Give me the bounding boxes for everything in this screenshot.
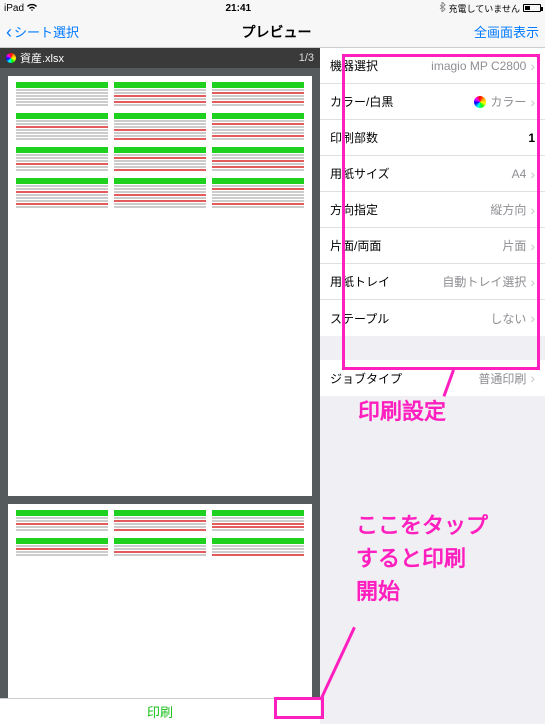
file-type-icon bbox=[6, 53, 16, 63]
settings-list-job: ジョブタイプ普通印刷› bbox=[320, 360, 545, 396]
page-indicator: 1/3 bbox=[299, 52, 314, 64]
setting-value: 1 bbox=[528, 131, 535, 145]
setting-label: ステープル bbox=[330, 310, 490, 327]
page-thumbnail[interactable] bbox=[8, 76, 312, 496]
chevron-right-icon: › bbox=[530, 370, 535, 386]
setting-row[interactable]: ステープルしない› bbox=[320, 300, 545, 336]
setting-label: ジョブタイプ bbox=[330, 370, 478, 387]
setting-value: カラー bbox=[474, 93, 526, 110]
fullscreen-label: 全画面表示 bbox=[474, 25, 539, 40]
chevron-right-icon: › bbox=[530, 238, 535, 254]
setting-value: 自動トレイ選択 bbox=[442, 273, 526, 290]
setting-row[interactable]: 片面/両面片面› bbox=[320, 228, 545, 264]
fullscreen-button[interactable]: 全画面表示 bbox=[474, 22, 539, 41]
setting-label: 用紙トレイ bbox=[330, 273, 442, 290]
clock: 21:41 bbox=[38, 3, 439, 14]
status-bar: iPad 21:41 充電していません bbox=[0, 0, 545, 16]
chevron-right-icon: › bbox=[530, 310, 535, 326]
print-button[interactable]: 印刷 bbox=[0, 698, 320, 724]
chevron-right-icon: › bbox=[530, 274, 535, 290]
setting-value: しない bbox=[490, 310, 526, 327]
job-type-row[interactable]: ジョブタイプ普通印刷› bbox=[320, 360, 545, 396]
page-thumbnail[interactable] bbox=[8, 504, 312, 698]
setting-row[interactable]: 用紙トレイ自動トレイ選択› bbox=[320, 264, 545, 300]
settings-list-main: 機器選択imagio MP C2800›カラー/白黒カラー›印刷部数1用紙サイズ… bbox=[320, 48, 545, 336]
preview-scroll[interactable] bbox=[0, 68, 320, 698]
chevron-left-icon: ‹ bbox=[6, 23, 12, 41]
nav-bar: ‹ シート選択 プレビュー 全画面表示 bbox=[0, 16, 545, 48]
settings-panel: 機器選択imagio MP C2800›カラー/白黒カラー›印刷部数1用紙サイズ… bbox=[320, 48, 545, 724]
setting-label: 機器選択 bbox=[330, 57, 431, 74]
setting-value: imagio MP C2800 bbox=[431, 59, 526, 73]
setting-label: カラー/白黒 bbox=[330, 93, 474, 110]
print-label: 印刷 bbox=[147, 702, 173, 721]
preview-header: 資産.xlsx 1/3 bbox=[0, 48, 320, 68]
battery-icon bbox=[523, 4, 541, 12]
chevron-right-icon: › bbox=[530, 94, 535, 110]
setting-value: 縦方向 bbox=[490, 201, 526, 218]
setting-row[interactable]: 印刷部数1 bbox=[320, 120, 545, 156]
bluetooth-icon bbox=[439, 2, 446, 14]
chevron-right-icon: › bbox=[530, 58, 535, 74]
setting-row[interactable]: カラー/白黒カラー› bbox=[320, 84, 545, 120]
setting-label: 片面/両面 bbox=[330, 237, 502, 254]
setting-row[interactable]: 機器選択imagio MP C2800 › bbox=[320, 48, 545, 84]
setting-label: 印刷部数 bbox=[330, 129, 528, 146]
chevron-right-icon: › bbox=[530, 166, 535, 182]
charging-label: 充電していません bbox=[449, 2, 520, 15]
setting-value: 普通印刷 bbox=[478, 370, 526, 387]
preview-panel: 資産.xlsx 1/3 bbox=[0, 48, 320, 724]
back-button[interactable]: ‹ シート選択 bbox=[6, 22, 79, 41]
color-wheel-icon bbox=[474, 96, 486, 108]
setting-row[interactable]: 用紙サイズA4› bbox=[320, 156, 545, 192]
wifi-icon bbox=[26, 2, 38, 15]
setting-row[interactable]: 方向指定縦方向› bbox=[320, 192, 545, 228]
page-title: プレビュー bbox=[79, 22, 474, 42]
device-label: iPad bbox=[4, 3, 24, 14]
setting-value: 片面 bbox=[502, 237, 526, 254]
chevron-right-icon: › bbox=[530, 202, 535, 218]
setting-value: A4 bbox=[512, 167, 527, 181]
setting-label: 用紙サイズ bbox=[330, 165, 512, 182]
setting-label: 方向指定 bbox=[330, 201, 490, 218]
filename: 資産.xlsx bbox=[20, 50, 64, 66]
back-label: シート選択 bbox=[14, 22, 79, 41]
